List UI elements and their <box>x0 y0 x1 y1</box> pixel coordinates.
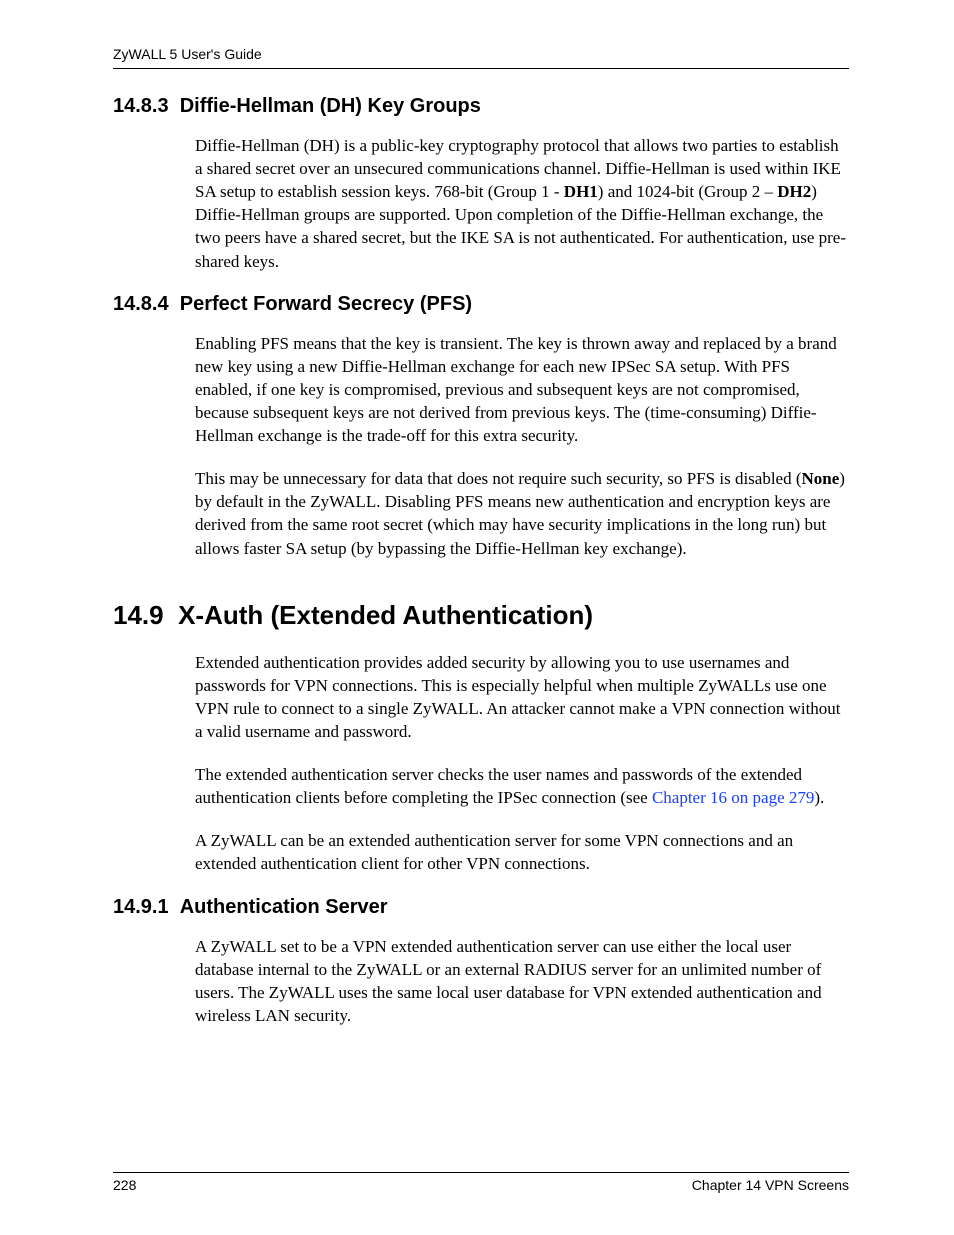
body-14-9: Extended authentication provides added s… <box>195 651 849 876</box>
page-number: 228 <box>113 1177 136 1193</box>
heading-number: 14.9 <box>113 600 164 630</box>
heading-14-9-1: 14.9.1 Authentication Server <box>113 896 849 919</box>
heading-number: 14.9.1 <box>113 896 169 918</box>
text: ) and 1024-bit (Group 2 – <box>598 182 777 201</box>
paragraph: A ZyWALL set to be a VPN extended authen… <box>195 935 849 1027</box>
paragraph: The extended authentication server check… <box>195 763 849 809</box>
heading-14-8-3: 14.8.3 Diffie-Hellman (DH) Key Groups <box>113 95 849 118</box>
paragraph: This may be unnecessary for data that do… <box>195 467 849 559</box>
text: This may be unnecessary for data that do… <box>195 469 802 488</box>
heading-title: Perfect Forward Secrecy (PFS) <box>180 293 472 315</box>
heading-14-8-4: 14.8.4 Perfect Forward Secrecy (PFS) <box>113 293 849 316</box>
bold-text: DH2 <box>777 182 811 201</box>
bold-text: None <box>802 469 840 488</box>
running-head: ZyWALL 5 User's Guide <box>113 46 849 69</box>
heading-title: X-Auth (Extended Authentication) <box>178 600 593 630</box>
heading-14-9: 14.9 X-Auth (Extended Authentication) <box>113 600 849 631</box>
paragraph: Extended authentication provides added s… <box>195 651 849 743</box>
text: ). <box>814 788 824 807</box>
body-14-9-1: A ZyWALL set to be a VPN extended authen… <box>195 935 849 1027</box>
body-14-8-3: Diffie-Hellman (DH) is a public-key cryp… <box>195 134 849 273</box>
page-footer: 228 Chapter 14 VPN Screens <box>113 1172 849 1193</box>
chapter-label: Chapter 14 VPN Screens <box>692 1177 849 1193</box>
heading-title: Diffie-Hellman (DH) Key Groups <box>180 95 481 117</box>
paragraph: Enabling PFS means that the key is trans… <box>195 332 849 448</box>
body-14-8-4: Enabling PFS means that the key is trans… <box>195 332 849 560</box>
cross-reference-link[interactable]: Chapter 16 on page 279 <box>652 788 814 807</box>
paragraph: Diffie-Hellman (DH) is a public-key cryp… <box>195 134 849 273</box>
page: ZyWALL 5 User's Guide 14.8.3 Diffie-Hell… <box>0 0 954 1235</box>
paragraph: A ZyWALL can be an extended authenticati… <box>195 829 849 875</box>
heading-title: Authentication Server <box>180 896 388 918</box>
heading-number: 14.8.4 <box>113 293 169 315</box>
bold-text: DH1 <box>564 182 598 201</box>
heading-number: 14.8.3 <box>113 95 169 117</box>
